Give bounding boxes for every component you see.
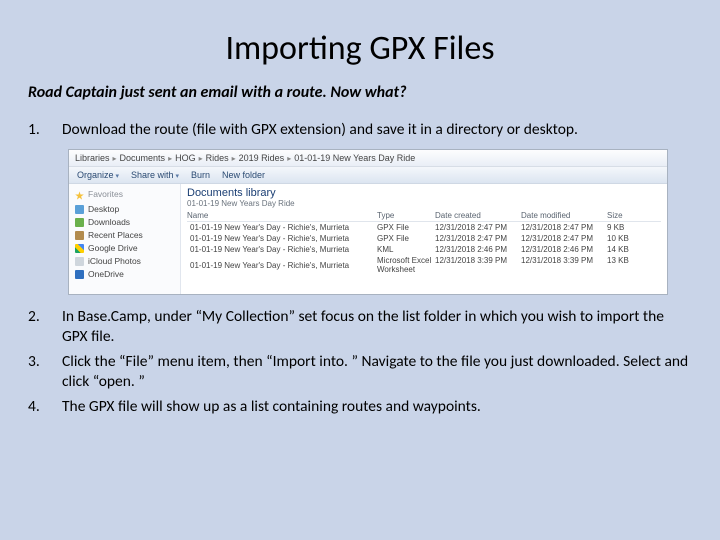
file-explorer-window: Libraries▸ Documents▸ HOG▸ Rides▸ 2019 R… — [68, 149, 668, 295]
chevron-right-icon: ▸ — [287, 154, 291, 163]
step-number: 2. — [28, 307, 62, 346]
chevron-right-icon: ▸ — [113, 154, 117, 163]
sidebar-item-desktop[interactable]: Desktop — [75, 203, 174, 216]
sidebar-item-label: Desktop — [88, 204, 119, 215]
sidebar-item-recent[interactable]: Recent Places — [75, 229, 174, 242]
file-type: Microsoft Excel Worksheet — [377, 256, 435, 274]
step-text: Download the route (file with GPX extens… — [62, 120, 692, 139]
file-row[interactable]: 01-01-19 New Year's Day - Richie's, Murr… — [187, 255, 661, 275]
share-with-button[interactable]: Share with — [131, 170, 179, 180]
file-row[interactable]: 01-01-19 New Year's Day - Richie's, Murr… — [187, 244, 661, 255]
file-size: 9 KB — [607, 223, 647, 232]
breadcrumb-item[interactable]: HOG — [175, 153, 196, 163]
downloads-icon — [75, 218, 84, 227]
recent-icon — [75, 231, 84, 240]
col-created[interactable]: Date created — [435, 211, 521, 220]
explorer-toolbar: Organize Share with Burn New folder — [69, 167, 667, 184]
explorer-sidebar: Favorites Desktop Downloads Recent Place… — [69, 184, 181, 294]
sidebar-item-onedrive[interactable]: OneDrive — [75, 268, 174, 281]
burn-button[interactable]: Burn — [191, 170, 210, 180]
breadcrumb[interactable]: Libraries▸ Documents▸ HOG▸ Rides▸ 2019 R… — [69, 150, 667, 167]
step-number: 4. — [28, 397, 62, 416]
file-name: 01-01-19 New Year's Day - Richie's, Murr… — [190, 223, 349, 232]
file-row[interactable]: 01-01-19 New Year's Day - Richie's, Murr… — [187, 233, 661, 244]
lead-text: Road Captain just sent an email with a r… — [28, 83, 692, 102]
col-name[interactable]: Name — [187, 211, 377, 220]
file-modified: 12/31/2018 2:47 PM — [521, 223, 607, 232]
step-text: Click the “File” menu item, then “Import… — [62, 352, 692, 391]
file-created: 12/31/2018 2:46 PM — [435, 245, 521, 254]
breadcrumb-item[interactable]: 01-01-19 New Years Day Ride — [294, 153, 415, 163]
chevron-right-icon: ▸ — [168, 154, 172, 163]
breadcrumb-item[interactable]: Rides — [206, 153, 229, 163]
onedrive-icon — [75, 270, 84, 279]
breadcrumb-item[interactable]: Documents — [120, 153, 166, 163]
file-size: 14 KB — [607, 245, 647, 254]
step-number: 3. — [28, 352, 62, 391]
cloud-icon — [75, 257, 84, 266]
sidebar-header-label: Favorites — [88, 189, 123, 200]
file-size: 10 KB — [607, 234, 647, 243]
organize-button[interactable]: Organize — [77, 170, 119, 180]
file-created: 12/31/2018 2:47 PM — [435, 223, 521, 232]
desktop-icon — [75, 205, 84, 214]
page-title: Importing GPX Files — [28, 28, 692, 69]
col-modified[interactable]: Date modified — [521, 211, 607, 220]
file-size: 13 KB — [607, 256, 647, 274]
chevron-right-icon: ▸ — [199, 154, 203, 163]
file-modified: 12/31/2018 2:46 PM — [521, 245, 607, 254]
step-1: 1. Download the route (file with GPX ext… — [28, 120, 692, 139]
sidebar-item-icloud[interactable]: iCloud Photos — [75, 255, 174, 268]
sidebar-item-gdrive[interactable]: Google Drive — [75, 242, 174, 255]
step-number: 1. — [28, 120, 62, 139]
column-headers: Name Type Date created Date modified Siz… — [187, 211, 661, 222]
library-subtitle: 01-01-19 New Years Day Ride — [187, 199, 661, 208]
library-title: Documents library — [187, 187, 661, 199]
file-name: 01-01-19 New Year's Day - Richie's, Murr… — [190, 261, 349, 270]
step-text: The GPX file will show up as a list cont… — [62, 397, 692, 416]
sidebar-favorites-header[interactable]: Favorites — [75, 188, 174, 203]
file-modified: 12/31/2018 2:47 PM — [521, 234, 607, 243]
sidebar-item-label: Google Drive — [88, 243, 138, 254]
file-created: 12/31/2018 2:47 PM — [435, 234, 521, 243]
file-type: KML — [377, 245, 435, 254]
breadcrumb-item[interactable]: Libraries — [75, 153, 110, 163]
explorer-main: Documents library 01-01-19 New Years Day… — [181, 184, 667, 294]
google-drive-icon — [75, 244, 84, 253]
step-4: 4. The GPX file will show up as a list c… — [28, 397, 692, 416]
chevron-right-icon: ▸ — [232, 154, 236, 163]
file-created: 12/31/2018 3:39 PM — [435, 256, 521, 274]
file-name: 01-01-19 New Year's Day - Richie's, Murr… — [190, 234, 349, 243]
step-2: 2. In Base.Camp, under “My Collection” s… — [28, 307, 692, 346]
step-3: 3. Click the “File” menu item, then “Imp… — [28, 352, 692, 391]
file-type: GPX File — [377, 234, 435, 243]
breadcrumb-item[interactable]: 2019 Rides — [239, 153, 285, 163]
file-row[interactable]: 01-01-19 New Year's Day - Richie's, Murr… — [187, 222, 661, 233]
file-type: GPX File — [377, 223, 435, 232]
col-type[interactable]: Type — [377, 211, 435, 220]
new-folder-button[interactable]: New folder — [222, 170, 265, 180]
sidebar-item-label: iCloud Photos — [88, 256, 141, 267]
sidebar-item-label: OneDrive — [88, 269, 124, 280]
sidebar-item-downloads[interactable]: Downloads — [75, 216, 174, 229]
file-name: 01-01-19 New Year's Day - Richie's, Murr… — [190, 245, 349, 254]
sidebar-item-label: Downloads — [88, 217, 130, 228]
col-size[interactable]: Size — [607, 211, 647, 220]
sidebar-item-label: Recent Places — [88, 230, 143, 241]
star-icon — [75, 191, 84, 200]
step-text: In Base.Camp, under “My Collection” set … — [62, 307, 692, 346]
file-modified: 12/31/2018 3:39 PM — [521, 256, 607, 274]
